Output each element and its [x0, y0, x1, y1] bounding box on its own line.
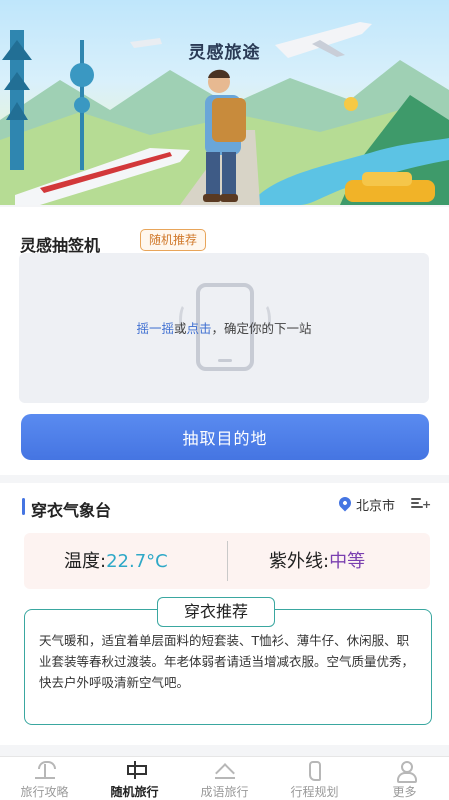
- draw-destination-button[interactable]: 抽取目的地: [21, 414, 429, 460]
- bottom-tab-bar: 旅行攻略 随机旅行 成语旅行 行程规划 更多: [0, 756, 449, 800]
- shake-hint-rest: ，确定你的下一站: [211, 321, 312, 336]
- hero-illustration: [0, 22, 449, 205]
- tab-itinerary[interactable]: 行程规划: [270, 757, 359, 800]
- weather-stats-panel: 温度:22.7°C 紫外线:中等: [24, 533, 430, 589]
- shake-hint-click[interactable]: 点击: [187, 321, 212, 336]
- user-icon: [395, 761, 417, 783]
- tab-label: 随机旅行: [110, 785, 159, 799]
- weather-section-title: 穿衣气象台: [31, 501, 112, 520]
- shake-hint-shake: 摇一摇: [136, 321, 174, 336]
- clothing-advice-title: 穿衣推荐: [157, 597, 275, 627]
- tab-label: 旅行攻略: [20, 785, 69, 799]
- tab-label: 成语旅行: [200, 785, 249, 799]
- weather-card: 穿衣气象台 北京市 + 温度:22.7°C 紫外线:中等 天气暖和，适宜着单层面…: [0, 483, 449, 745]
- mountain-icon: [215, 761, 235, 779]
- hero-title: 灵感旅途: [188, 43, 261, 63]
- tab-idiom-travel[interactable]: 成语旅行: [180, 757, 269, 800]
- shake-hint: 摇一摇或点击，确定你的下一站: [19, 318, 429, 337]
- tab-label: 更多: [392, 785, 417, 799]
- location-pin-icon: [336, 494, 354, 512]
- footprint-icon: [305, 761, 325, 781]
- city-selector[interactable]: 北京市: [356, 495, 395, 514]
- clothing-advice-text: 天气暖和，适宜着单层面料的短套装、T恤衫、薄牛仔、休闲服、职业套装等春秋过渡装。…: [39, 633, 415, 690]
- temperature-stat: 温度:22.7°C: [64, 547, 168, 573]
- hero-banner: 灵感旅途: [0, 0, 449, 205]
- uv-label: 紫外线:: [269, 551, 330, 572]
- tab-travel-guide[interactable]: 旅行攻略: [0, 757, 89, 800]
- switch-city-icon[interactable]: +: [411, 496, 431, 510]
- shake-area[interactable]: 摇一摇或点击，确定你的下一站: [19, 253, 429, 403]
- random-badge: 随机推荐: [140, 229, 207, 251]
- tab-label: 行程规划: [290, 785, 339, 799]
- stats-divider: [227, 541, 228, 581]
- signpost-icon: [125, 761, 147, 779]
- palm-tree-icon: [35, 761, 56, 779]
- uv-value: 中等: [329, 551, 366, 572]
- uv-stat: 紫外线:中等: [269, 547, 365, 573]
- temperature-value: 22.7°C: [106, 551, 168, 572]
- temperature-label: 温度:: [64, 551, 107, 572]
- draw-card: 灵感抽签机 随机推荐 摇一摇或点击，确定你的下一站 抽取目的地: [0, 207, 449, 475]
- shake-hint-or: 或: [173, 321, 187, 336]
- section-accent-bar: [22, 498, 25, 515]
- tab-more[interactable]: 更多: [360, 757, 449, 800]
- tab-random-travel[interactable]: 随机旅行: [90, 757, 179, 800]
